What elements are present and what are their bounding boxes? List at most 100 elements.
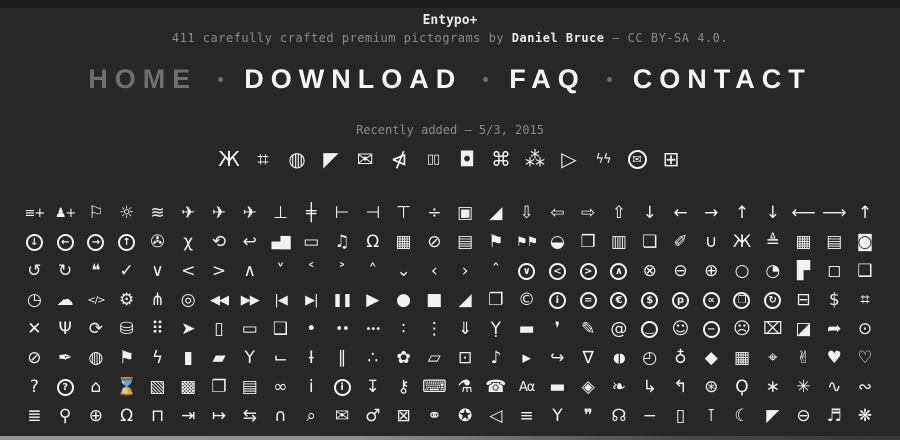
calculator-icon[interactable]: ▦ (788, 234, 819, 251)
dots-three-vertical-icon[interactable]: ⋮ (419, 321, 450, 338)
pointer-disabled-icon[interactable]: ⋪ (382, 149, 416, 169)
message-icon[interactable]: ❞ (573, 408, 604, 425)
chevron-small-up-icon[interactable]: ˄ (357, 263, 388, 280)
compass-icon[interactable]: ◎ (173, 292, 204, 309)
brush-icon[interactable]: ✐ (665, 234, 696, 251)
menu-icon[interactable]: ≡ (511, 408, 542, 425)
folder-images-icon[interactable]: ⊡ (450, 350, 481, 367)
flat-brush-icon[interactable]: ▰ (204, 350, 235, 367)
controller-play-icon[interactable]: ▶ (357, 292, 388, 309)
drink-icon[interactable]: Ỵ (480, 321, 511, 338)
cross-icon[interactable]: ✕ (19, 321, 50, 338)
link-icon[interactable]: ∾ (850, 379, 881, 396)
emoji-flirt-icon[interactable]: ‿ (634, 321, 665, 338)
colours-icon[interactable]: ⋔ (142, 292, 173, 309)
eraser-icon[interactable]: ◪ (788, 321, 819, 338)
help-with-circle-icon[interactable]: ? (50, 379, 81, 396)
bowl-icon[interactable]: ◒ (542, 234, 573, 251)
key-icon[interactable]: ⚷ (388, 379, 419, 396)
back-icon[interactable]: ↩ (234, 234, 265, 251)
info-with-circle-icon[interactable]: i (327, 379, 358, 396)
beamed-note-icon[interactable]: ♫ (327, 234, 358, 251)
arrow-left-icon[interactable]: ← (665, 205, 696, 222)
email-icon[interactable]: @ (604, 321, 635, 338)
controller-next-icon[interactable]: ▶| (296, 294, 327, 307)
location-pin-icon[interactable]: ⚲ (50, 408, 81, 425)
arrow-up-icon[interactable]: ↑ (727, 205, 758, 222)
chevron-small-left-icon[interactable]: ˂ (296, 263, 327, 280)
help-icon[interactable]: ? (19, 379, 50, 396)
light-up-icon[interactable]: ✳ (788, 379, 819, 396)
align-vertical-middle-icon[interactable]: ÷ (419, 205, 450, 222)
creative-commons-public-domain-icon[interactable]: p (665, 292, 696, 309)
controller-stop-icon[interactable]: ■ (419, 292, 450, 309)
mouse-icon[interactable]: ⊖ (788, 408, 819, 425)
align-top-icon[interactable]: ⊤ (388, 205, 419, 222)
aircraft-take-off-icon[interactable]: ✈ (234, 205, 265, 222)
man-icon[interactable]: ♂ (357, 408, 388, 425)
arrow-long-right-icon[interactable]: ⟶ (819, 205, 850, 222)
hand-icon[interactable]: ✌ (788, 350, 819, 367)
mouse-pointer-icon[interactable]: ◤ (757, 408, 788, 425)
flow-cascade-icon[interactable]: ⌙ (265, 350, 296, 367)
code-icon[interactable]: </> (81, 296, 112, 306)
arrow-with-circle-right-icon[interactable]: → (81, 234, 112, 251)
arrow-long-down-icon[interactable]: ↓ (757, 205, 788, 222)
documents-icon[interactable]: ❑ (265, 321, 296, 338)
keyboard-icon[interactable]: ⌨ (419, 379, 450, 396)
drop-icon[interactable]: ❜ (542, 321, 573, 338)
arrow-with-circle-up-icon[interactable]: ↑ (111, 234, 142, 251)
camera-icon[interactable]: ◙ (850, 234, 881, 251)
direction-icon[interactable]: ➤ (173, 321, 204, 338)
dial-pad-icon[interactable]: ⠿ (142, 321, 173, 338)
light-down-icon[interactable]: ∗ (757, 379, 788, 396)
language-icon[interactable]: Aα (511, 381, 542, 394)
mouse-pointer-icon[interactable]: ◤ (314, 149, 348, 169)
add-user-icon[interactable]: ♟+ (50, 207, 81, 220)
arrow-long-up-icon[interactable]: ↑ (850, 205, 881, 222)
align-bottom-icon[interactable]: ⊥ (265, 205, 296, 222)
eye-icon[interactable]: ⊙ (850, 321, 881, 338)
light-bulb-icon[interactable]: Ϙ (727, 379, 758, 396)
bell-icon[interactable]: Ω (357, 234, 388, 251)
modern-mic-icon[interactable]: ⊺ (696, 408, 727, 425)
export-icon[interactable]: ➦ (819, 321, 850, 338)
arrow-bold-up-icon[interactable]: ⇧ (604, 205, 635, 222)
dots-two-vertical-icon[interactable]: ∶ (388, 321, 419, 338)
cup-icon[interactable]: Ψ (50, 321, 81, 338)
address-icon[interactable]: ⚐ (81, 205, 112, 222)
arrow-long-left-icon[interactable]: ⟵ (788, 205, 819, 222)
creative-commons-noderivs-icon[interactable]: = (573, 292, 604, 309)
chevron-with-circle-right-icon[interactable]: > (573, 263, 604, 280)
emoji-happy-icon[interactable]: ☺ (665, 321, 696, 338)
ccw-icon[interactable]: ↺ (19, 263, 50, 280)
crop-icon[interactable]: ⌗ (246, 149, 280, 169)
lab-flask-icon[interactable]: ⚗ (450, 379, 481, 396)
bookmarks-icon[interactable]: ⚑⚑ (511, 236, 542, 249)
lifebuoy-icon[interactable]: ⊛ (696, 379, 727, 396)
hour-glass-icon[interactable]: ⌛ (111, 379, 142, 396)
align-horizontal-middle-icon[interactable]: ╪ (296, 205, 327, 222)
aircraft-landing-icon[interactable]: ✈ (204, 205, 235, 222)
install-icon[interactable]: ↧ (357, 379, 388, 396)
clock-icon[interactable]: ◷ (19, 292, 50, 309)
flashlight-icon[interactable]: ▮ (173, 350, 204, 367)
grid-icon[interactable]: ▦ (727, 350, 758, 367)
inbox-icon[interactable]: ▤ (234, 379, 265, 396)
controller-fast-forward-icon[interactable]: ▶▶ (234, 294, 265, 307)
adjust-icon[interactable]: ☼ (111, 205, 142, 222)
graduation-cap-icon[interactable]: ◆ (696, 350, 727, 367)
minus-icon[interactable]: − (634, 408, 665, 425)
gauge-icon[interactable]: ◴ (634, 350, 665, 367)
nav-download[interactable]: DOWNLOAD (244, 66, 462, 93)
box-icon[interactable]: ❒ (573, 234, 604, 251)
check-icon[interactable]: ✓ (111, 263, 142, 280)
home-icon[interactable]: ⌂ (81, 379, 112, 396)
image-icon[interactable]: ▧ (142, 379, 173, 396)
awareness-ribbon-icon[interactable]: χ (173, 234, 204, 251)
mail-icon[interactable]: ✉ (327, 408, 358, 425)
heart-icon[interactable]: ♥ (819, 350, 850, 367)
back-in-time-icon[interactable]: ⟲ (204, 234, 235, 251)
lock-icon[interactable]: Ω (111, 408, 142, 425)
database-icon[interactable]: ⛁ (111, 321, 142, 338)
